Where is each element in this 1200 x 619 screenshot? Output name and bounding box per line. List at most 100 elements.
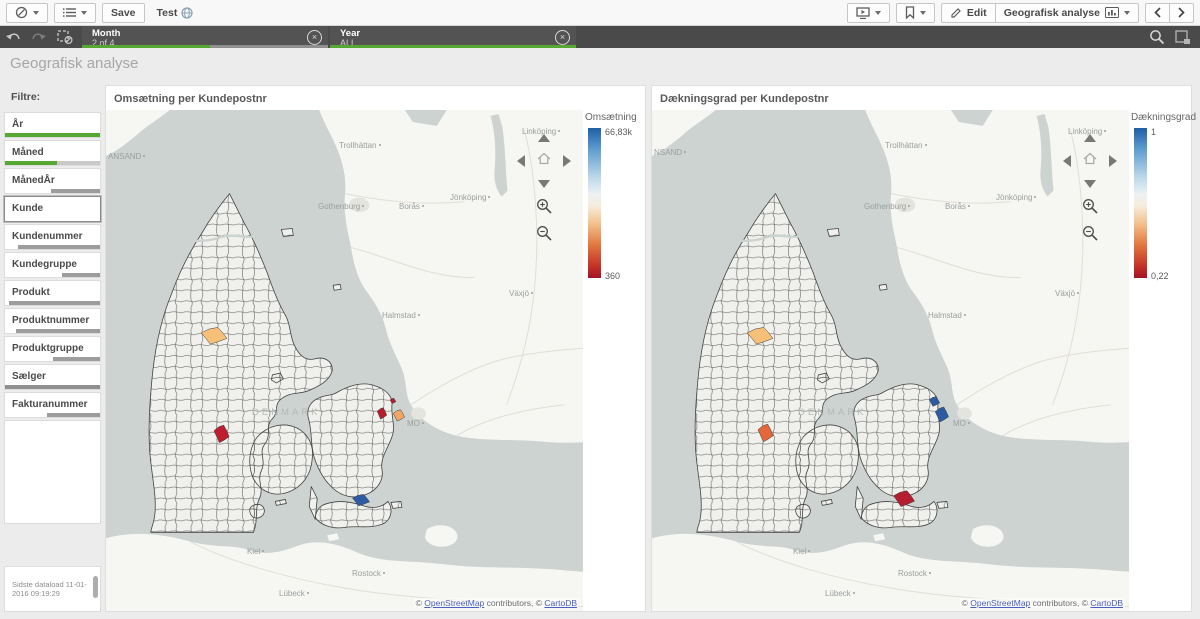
pan-down-button[interactable] bbox=[538, 180, 550, 188]
smart-search-button[interactable] bbox=[1144, 26, 1170, 48]
legend-min-value: 0,22 bbox=[1151, 271, 1169, 281]
filter-state-bar bbox=[5, 245, 100, 249]
selections-bar: Month 2 of 4 × Year ALL × bbox=[0, 26, 1200, 48]
pan-up-button[interactable] bbox=[1084, 134, 1096, 142]
home-icon bbox=[1083, 152, 1097, 165]
sidebar-empty-box bbox=[4, 420, 101, 524]
pan-up-button[interactable] bbox=[538, 134, 550, 142]
bookmarks-button[interactable] bbox=[896, 3, 935, 23]
zoom-in-button[interactable] bbox=[1082, 198, 1099, 215]
home-button[interactable] bbox=[537, 152, 551, 170]
map-panel: Omsætning per Kundepostnr ANSANDTrollhät… bbox=[105, 85, 646, 612]
cartodb-link[interactable]: CartoDB bbox=[1090, 598, 1123, 608]
chevron-right-icon bbox=[1178, 7, 1185, 18]
save-label: Save bbox=[111, 7, 136, 19]
scrollbar-thumb[interactable] bbox=[93, 576, 98, 598]
edit-button[interactable]: Edit bbox=[941, 3, 996, 23]
selection-chip[interactable]: Month 2 of 4 × bbox=[82, 26, 328, 48]
prev-sheet-button[interactable] bbox=[1145, 3, 1170, 23]
step-back-button[interactable] bbox=[0, 26, 26, 48]
osm-link[interactable]: OpenStreetMap bbox=[970, 598, 1030, 608]
pan-down-button[interactable] bbox=[1084, 180, 1096, 188]
global-menu-button[interactable] bbox=[6, 3, 48, 23]
filter-state-bar bbox=[5, 385, 100, 389]
legend-title: Dækningsgrad bbox=[1129, 110, 1191, 123]
pan-left-button[interactable] bbox=[517, 155, 525, 167]
filter-state-bar bbox=[5, 301, 100, 305]
selections-tool-button[interactable] bbox=[1170, 26, 1196, 48]
legend-gradient bbox=[588, 128, 601, 278]
home-button[interactable] bbox=[1083, 152, 1097, 170]
filter-state-bar bbox=[5, 413, 100, 417]
page-title: Geografisk analyse bbox=[10, 55, 138, 72]
panel-title: Dækningsgrad per Kundepostnr bbox=[652, 86, 1191, 110]
pan-right-button[interactable] bbox=[563, 155, 571, 167]
filter-listbox[interactable]: År bbox=[4, 112, 101, 138]
zoom-out-button[interactable] bbox=[1082, 225, 1099, 242]
filter-sidebar: Filtre: År Måned MånedÅr Kunde Kundenumm… bbox=[4, 86, 101, 526]
save-button[interactable]: Save bbox=[102, 3, 145, 23]
filter-label: Produktnummer bbox=[5, 309, 100, 326]
map-canvas[interactable]: NSANDTrollhättanLinköpingGothenburgBorås… bbox=[652, 110, 1191, 611]
top-toolbar: Save Test Edit bbox=[0, 0, 1200, 26]
chevron-down-icon bbox=[920, 11, 926, 15]
filter-listbox[interactable]: Kundenummer bbox=[4, 224, 101, 250]
globe-icon bbox=[181, 7, 193, 19]
presentation-icon bbox=[856, 7, 870, 19]
chevron-down-icon bbox=[1124, 11, 1130, 15]
cartodb-link[interactable]: CartoDB bbox=[544, 598, 577, 608]
filter-label: Fakturanummer bbox=[5, 393, 100, 410]
filter-label: Produktgruppe bbox=[5, 337, 100, 354]
list-icon bbox=[63, 7, 76, 18]
filter-label: Sælger bbox=[5, 365, 100, 382]
filter-listbox[interactable]: Sælger bbox=[4, 364, 101, 390]
chevron-down-icon bbox=[875, 11, 881, 15]
filter-label: År bbox=[5, 113, 100, 130]
legend-min-value: 360 bbox=[605, 271, 620, 281]
filter-state-bar bbox=[5, 133, 100, 137]
legend-max-value: 1 bbox=[1151, 127, 1156, 137]
filter-listbox[interactable]: Fakturanummer bbox=[4, 392, 101, 418]
map-canvas[interactable]: ANSANDTrollhättanLinköpingGothenburgBorå… bbox=[106, 110, 645, 611]
filter-state-bar bbox=[5, 357, 100, 361]
clear-selections-button[interactable] bbox=[52, 26, 78, 48]
filter-listbox[interactable]: Produkt bbox=[4, 280, 101, 306]
pan-right-button[interactable] bbox=[1109, 155, 1117, 167]
step-forward-button[interactable] bbox=[26, 26, 52, 48]
selection-chips: Month 2 of 4 × Year ALL × bbox=[82, 26, 578, 48]
map-legend: Dækningsgrad 1 0,22 bbox=[1129, 110, 1191, 611]
remove-selection-icon[interactable]: × bbox=[555, 30, 570, 45]
osm-link[interactable]: OpenStreetMap bbox=[424, 598, 484, 608]
app-options-button[interactable] bbox=[54, 3, 96, 23]
chip-state-bar bbox=[82, 45, 328, 48]
filter-listbox[interactable]: MånedÅr bbox=[4, 168, 101, 194]
bookmark-icon bbox=[905, 6, 915, 19]
legend-title: Omsætning bbox=[583, 110, 645, 123]
filter-listbox[interactable]: Kunde bbox=[4, 196, 101, 222]
map-controls bbox=[1061, 134, 1119, 242]
storytelling-button[interactable] bbox=[847, 3, 890, 23]
sheet-selector[interactable]: Geografisk analyse bbox=[995, 3, 1139, 23]
filter-listbox[interactable]: Produktgruppe bbox=[4, 336, 101, 362]
filter-state-bar bbox=[5, 273, 100, 277]
filter-state-bar bbox=[5, 189, 100, 193]
zoom-out-button[interactable] bbox=[536, 225, 553, 242]
legend-gradient bbox=[1134, 128, 1147, 278]
selection-chip[interactable]: Year ALL × bbox=[330, 26, 576, 48]
map-controls bbox=[515, 134, 573, 242]
filter-listbox[interactable]: Kundegruppe bbox=[4, 252, 101, 278]
app-title: Test bbox=[157, 7, 178, 19]
next-sheet-button[interactable] bbox=[1169, 3, 1194, 23]
filter-state-bar bbox=[5, 329, 100, 333]
legend-max-value: 66,83k bbox=[605, 127, 632, 137]
remove-selection-icon[interactable]: × bbox=[307, 30, 322, 45]
pan-left-button[interactable] bbox=[1063, 155, 1071, 167]
filter-listbox[interactable]: Måned bbox=[4, 140, 101, 166]
chevron-left-icon bbox=[1154, 7, 1161, 18]
filter-label: Kunde bbox=[5, 197, 100, 214]
panel-title: Omsætning per Kundepostnr bbox=[106, 86, 645, 110]
zoom-in-button[interactable] bbox=[536, 198, 553, 215]
filter-listbox[interactable]: Produktnummer bbox=[4, 308, 101, 334]
dataload-note: Sidste dataload 11-01-2016 09:19:29 bbox=[4, 566, 101, 612]
map-attribution: © OpenStreetMap contributors, © CartoDB bbox=[414, 598, 579, 608]
